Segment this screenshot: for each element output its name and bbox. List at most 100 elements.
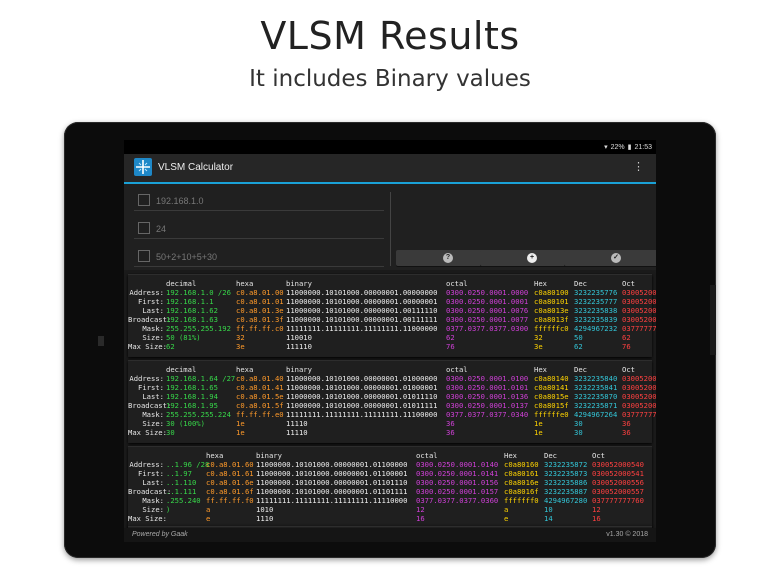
cell-value: c0.a8.01.00 [236,288,284,297]
cell-value: 192.168.1.95 [166,401,218,410]
cell-value: c0a8015f [534,401,569,410]
wifi-icon: ▾ [604,144,608,151]
cell-value: 3232235873 [544,469,588,478]
help-icon: ? [443,253,453,263]
cell-value: 0377.0377.0377.0300 [446,324,529,333]
input-divider [390,192,391,266]
cell-value: 16 [416,514,425,523]
cell-value: 11000000.10101000.00000001.01101110 [256,478,408,487]
column-header: Dec [574,365,587,374]
cell-value: 11000000.10101000.00000001.01100000 [256,460,408,469]
cell-value: 11000000.10101000.00000001.01011110 [286,392,438,401]
cell-value: 11111111.11111111.11111111.11110000 [256,496,408,505]
cell-value: 0377.0377.0377.0340 [446,410,529,419]
cell-value: 030052000557 [592,487,644,496]
address-field-icon [138,194,150,206]
column-header: Hex [504,451,517,460]
cell-value: ff.ff.ff.c0 [236,324,284,333]
cell-value: 10 [544,505,553,514]
cell-value: 62 [446,333,455,342]
cell-value: 3232235776 [574,288,618,297]
column-header: decimal [166,279,197,288]
column-header: Hex [534,365,547,374]
row-label: Address: [129,374,164,383]
cell-value: 3232235871 [574,401,618,410]
cell-value: 11000000.10101000.00000001.00000000 [286,288,438,297]
cell-value: c0.a8.01.3e [236,306,284,315]
cell-value: 0300.0250.0001.0157 [416,487,499,496]
cell-value: 11111111.11111111.11111111.11000000 [286,324,438,333]
cell-value: c0a8016f [504,487,539,496]
cell-value: 1e [534,419,543,428]
cell-value: c0.a8.01.01 [236,297,284,306]
clock: 21:53 [634,143,652,151]
cell-value: a [206,505,211,514]
row-label: Max Size: [128,514,167,523]
row-label: First: [138,297,164,306]
cell-value: 030052000400 [622,288,656,297]
cell-value: c0a80140 [534,374,569,383]
cell-value: 11000000.10101000.00000001.01000001 [286,383,438,392]
cell-value: 32 [236,333,245,342]
column-header: Oct [592,451,605,460]
tablet-front-camera [98,336,104,346]
battery-icon: ▮ [627,144,632,151]
column-header: binary [256,451,282,460]
cell-value: c0a80160 [504,460,539,469]
cell-value: a [504,505,509,514]
cell-value: c0a80141 [534,383,569,392]
column-header: octal [416,451,438,460]
row-label: Last: [142,306,164,315]
cell-value: 30 [574,428,583,437]
cell-value: 3e [236,342,245,351]
cell-value: c0.a8.01.3f [236,315,284,324]
mask-field[interactable]: 24 [134,218,384,239]
row-label: Mask: [142,410,164,419]
address-field[interactable]: 192.168.1.0 [134,190,384,211]
hosts-field[interactable]: 50+2+10+5+30 [134,246,384,267]
cell-value: 255.255.255.224 [166,410,231,419]
row-label: Max Size: [128,342,167,351]
cell-value: c0.a8.01.60 [206,460,254,469]
cell-value: 30 (100%) [166,419,205,428]
column-header: Hex [534,279,547,288]
result-list: decimal hexa binary octal Hex Dec Oct Address: 1… [128,274,656,529]
cell-value: 1110 [256,514,274,523]
column-header: octal [446,365,468,374]
cell-value: ff.ff.ff.e0 [236,410,284,419]
cell-value: 11000000.10101000.00000001.00000001 [286,297,438,306]
cell-value: 255.255.255.192 [166,324,231,333]
cell-value: 192.168.1.1 [166,297,214,306]
cell-value: 30 [574,419,583,428]
cell-value: 1e [236,428,245,437]
cell-value: 192.168.1.63 [166,315,218,324]
column-header: octal [446,279,468,288]
cell-value: 0300.0250.0001.0077 [446,315,529,324]
column-header: binary [286,365,312,374]
overflow-menu-icon[interactable]: ⋮ [633,161,644,173]
cell-value: c0a8016e [504,478,539,487]
add-icon: + [527,253,537,263]
cell-value: c0a80100 [534,288,569,297]
cell-value: 36 [622,428,631,437]
cell-value: 1010 [256,505,274,514]
cell-value: 0377.0377.0377.0360 [416,496,499,505]
cell-value: .255.240 [166,496,201,505]
confirm-button[interactable]: ✓ [564,250,656,266]
cell-value: 62 [166,342,175,351]
cell-value: 11110 [286,428,308,437]
cell-value: c0a80161 [504,469,539,478]
cell-value: c0a8015e [534,392,569,401]
row-label: First: [138,469,164,478]
cell-value: 11000000.10101000.00000001.01000000 [286,374,438,383]
cell-value: ffffffc0 [534,324,569,333]
status-bar: ▾ 22% ▮ 21:53 [124,140,656,154]
cell-value: 76 [622,342,631,351]
cell-value: 3232235886 [544,478,588,487]
cell-value: ..1.110 [166,478,197,487]
cell-value: c0.a8.01.5f [236,401,284,410]
cell-value: 12 [592,505,601,514]
cell-value: 030052000401 [622,297,656,306]
cell-value: 11000000.10101000.00000001.00111111 [286,315,438,324]
cell-value: 0300.0250.0001.0140 [416,460,499,469]
